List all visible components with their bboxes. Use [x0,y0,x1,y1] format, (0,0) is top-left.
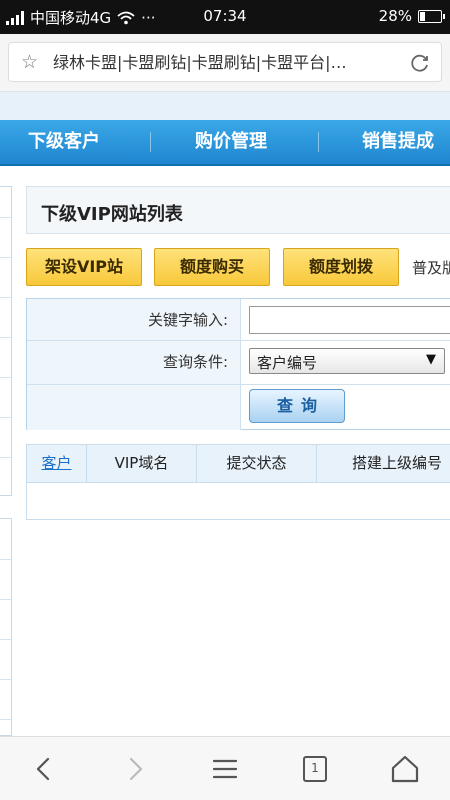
main-content: 下级VIP网站列表 架设VIP站 额度购买 额度划拨 普及版 关键字输入: 查询… [26,186,450,736]
browser-toolbar: 1 [0,736,450,800]
left-side-panel [0,186,12,496]
status-bar: 中国移动4G ··· 07:34 28% [0,0,450,34]
column-header-customer[interactable]: 客户 [27,445,87,482]
browser-window: 中国移动4G ··· 07:34 28% ☆ 绿林卡盟|卡盟刷钻|卡盟刷钻|卡盟… [0,0,450,800]
nav-item-sales-commission[interactable]: 销售提成 [362,120,434,164]
quota-transfer-button[interactable]: 额度划拨 [283,248,399,286]
condition-row: 查询条件: 客户编号 ▼ [27,341,450,385]
bookmark-star-icon[interactable]: ☆ [21,52,38,72]
nav-separator [318,132,319,152]
dropdown-arrow-icon: ▼ [426,352,436,367]
battery-percent: 28% [378,7,412,25]
battery-fill [420,11,425,21]
battery-icon [418,9,445,23]
back-icon[interactable] [26,751,62,787]
column-header-parent-id: 搭建上级编号 [351,454,442,472]
nav-item-price-management[interactable]: 购价管理 [195,120,267,164]
edition-link[interactable]: 普及版 [412,257,450,278]
nav-item-subordinate-customers[interactable]: 下级客户 [28,120,100,164]
keyword-input[interactable] [249,306,450,334]
query-button[interactable]: 查询 [249,389,345,423]
home-icon[interactable] [387,751,423,787]
quota-purchase-button[interactable]: 额度购买 [154,248,270,286]
query-row: 查询 [27,385,450,430]
address-bar[interactable]: ☆ 绿林卡盟|卡盟刷钻|卡盟刷钻|卡盟平台|… [8,42,442,82]
keyword-label: 关键字输入: [147,311,228,329]
top-banner-strip [0,92,450,120]
condition-select[interactable]: 客户编号 ▼ [249,348,445,374]
menu-icon[interactable] [207,751,243,787]
table-header-row: 客户 VIP域名 提交状态 搭建上级编号 [27,445,450,483]
forward-icon[interactable] [117,751,153,787]
column-header-vip-domain: VIP域名 [87,445,197,482]
keyword-row: 关键字输入: [27,299,450,341]
nav-separator [150,132,151,152]
tabs-icon[interactable]: 1 [297,751,333,787]
page-title: 下级VIP网站列表 [41,204,183,225]
search-form: 关键字输入: 查询条件: 客户编号 ▼ 查询 [26,298,450,430]
content-header: 下级VIP网站列表 [26,186,450,234]
refresh-icon[interactable] [409,52,431,74]
address-area: ☆ 绿林卡盟|卡盟刷钻|卡盟刷钻|卡盟平台|… [0,34,450,92]
column-header-submit-status: 提交状态 [197,445,317,482]
page-title-text[interactable]: 绿林卡盟|卡盟刷钻|卡盟刷钻|卡盟平台|… [53,53,405,73]
setup-vip-site-button[interactable]: 架设VIP站 [26,248,142,286]
condition-selected-value: 客户编号 [257,354,318,372]
left-side-panel-lower [0,518,12,736]
condition-label: 查询条件: [162,353,228,371]
main-nav: 下级客户 购价管理 销售提成 [0,120,450,166]
result-table: 客户 VIP域名 提交状态 搭建上级编号 [26,444,450,520]
web-page: 下级客户 购价管理 销售提成 下级VIP网站列表 架设VIP站 额度购买 额度划… [0,92,450,736]
tab-count: 1 [311,761,319,775]
